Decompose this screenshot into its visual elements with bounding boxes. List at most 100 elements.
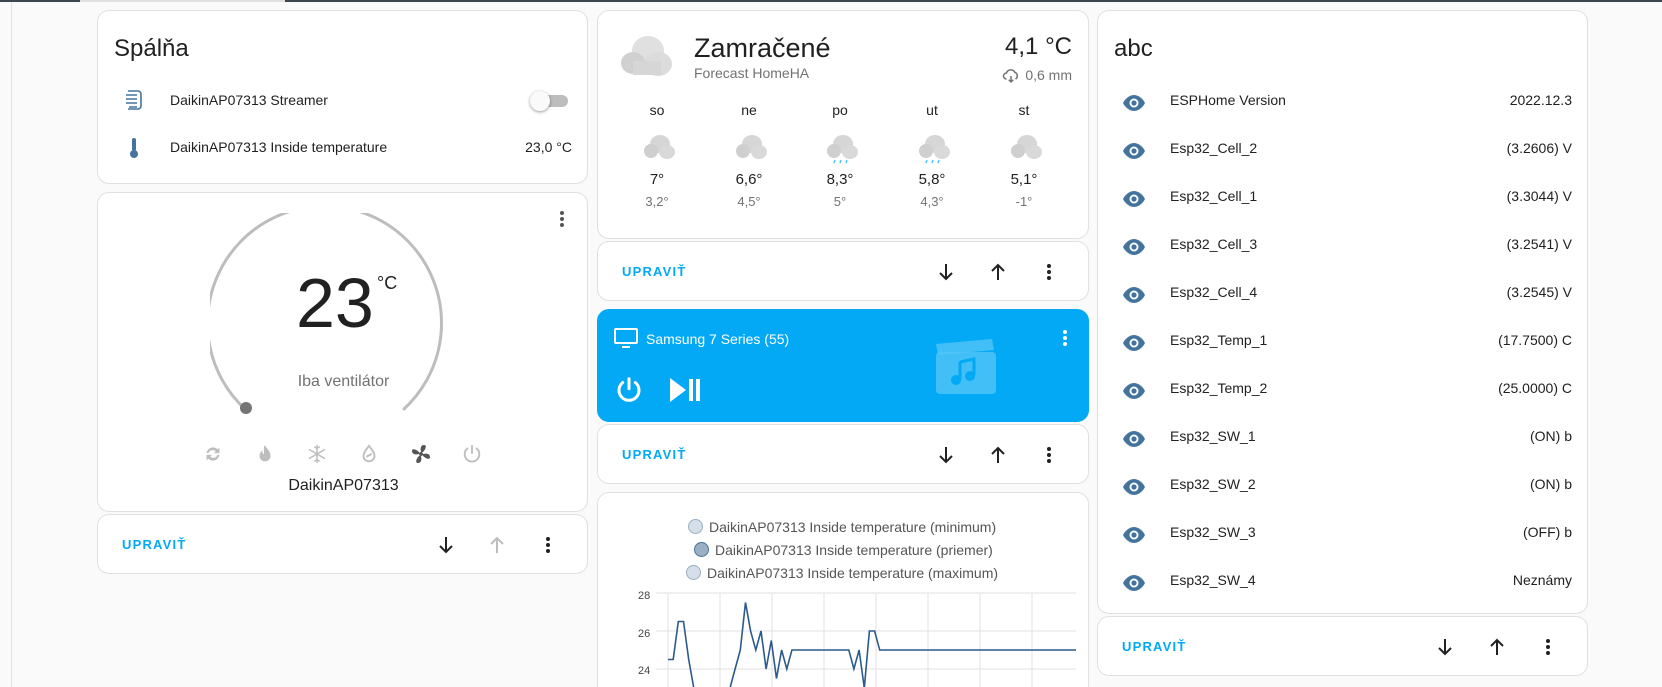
legend-item[interactable]: DaikinAP07313 Inside temperature (maximu… xyxy=(686,565,998,581)
move-up-icon[interactable] xyxy=(986,260,1010,284)
forecast-day-label: so xyxy=(649,102,665,118)
thermostat-edit-bar: UPRAVIŤ xyxy=(97,514,588,574)
edit-button[interactable]: UPRAVIŤ xyxy=(622,264,687,279)
more-options-icon[interactable] xyxy=(1037,260,1061,284)
entity-value: (ON) b xyxy=(1530,428,1572,444)
entity-value: Neznámy xyxy=(1512,572,1572,588)
media-edit-bar: UPRAVIŤ xyxy=(597,424,1089,484)
entity-name: Esp32_Temp_2 xyxy=(1170,380,1268,396)
entity-value: (3.3044) V xyxy=(1506,188,1572,204)
forecast-high: 8,3° xyxy=(826,171,854,188)
fan-only-mode-icon[interactable] xyxy=(409,442,433,466)
cool-mode-icon[interactable] xyxy=(306,443,328,465)
more-options-icon[interactable] xyxy=(1037,443,1061,467)
legend-swatch xyxy=(694,542,709,557)
eye-icon xyxy=(1122,427,1146,456)
entity-row[interactable]: Esp32_SW_2 (ON) b xyxy=(1098,476,1587,500)
entity-row[interactable]: Esp32_Cell_1 (3.3044) V xyxy=(1098,188,1587,212)
forecast-day-label: po xyxy=(832,102,848,118)
weather-condition: Zamračené xyxy=(694,33,831,63)
power-icon[interactable] xyxy=(614,375,644,405)
entity-value: (3.2541) V xyxy=(1506,236,1572,252)
entity-name: Esp32_Cell_2 xyxy=(1170,140,1258,156)
abc-edit-bar: UPRAVIŤ xyxy=(1097,616,1588,676)
eye-icon xyxy=(1122,331,1146,360)
legend-swatch xyxy=(686,565,701,580)
entity-row[interactable]: Esp32_Cell_4 (3.2545) V xyxy=(1098,284,1587,308)
forecast-high: 5,8° xyxy=(918,171,946,188)
cloudy-icon xyxy=(1011,135,1042,159)
card-title: Spálňa xyxy=(114,35,189,62)
entity-name: Esp32_Cell_3 xyxy=(1170,236,1258,252)
television-icon xyxy=(614,328,638,348)
thermometer-icon xyxy=(130,138,138,158)
forecast-high: 6,6° xyxy=(735,171,763,188)
entity-value: (3.2545) V xyxy=(1506,284,1572,300)
eye-icon xyxy=(1122,523,1146,552)
legend-label: DaikinAP07313 Inside temperature (minimu… xyxy=(709,519,997,535)
temperature-unit: °C xyxy=(377,273,398,293)
move-up-icon[interactable] xyxy=(1485,635,1509,659)
eye-icon xyxy=(1122,571,1146,600)
entity-row[interactable]: Esp32_SW_3 (OFF) b xyxy=(1098,524,1587,548)
abc-entities-card: abc ESPHome Version 2022.12.3 Esp32_Cell_2… xyxy=(1097,10,1588,614)
forecast-low: 4,3° xyxy=(920,194,944,209)
entity-name: Esp32_SW_2 xyxy=(1170,476,1256,492)
entity-name: Esp32_Cell_1 xyxy=(1170,188,1258,204)
weather-card[interactable]: Zamračené Forecast HomeHA 4,1 °C 0,6 mm … xyxy=(597,10,1089,239)
entity-row[interactable]: Esp32_Cell_3 (3.2541) V xyxy=(1098,236,1587,260)
entity-row[interactable]: Esp32_SW_4 Neznámy xyxy=(1098,572,1587,596)
media-player-card: Samsung 7 Series (55) xyxy=(597,309,1089,422)
move-down-icon[interactable] xyxy=(434,533,458,557)
eye-icon xyxy=(1122,475,1146,504)
entity-row[interactable]: ESPHome Version 2022.12.3 xyxy=(1098,92,1587,116)
heat-mode-icon[interactable] xyxy=(254,443,276,465)
statistics-graph-card: DaikinAP07313 Inside temperature (minimu… xyxy=(597,492,1089,687)
air-purifier-icon xyxy=(126,90,142,110)
legend-swatch xyxy=(688,519,703,534)
legend-item[interactable]: DaikinAP07313 Inside temperature (minimu… xyxy=(688,519,996,535)
entity-row[interactable]: Esp32_SW_1 (ON) b xyxy=(1098,428,1587,452)
bedroom-entities-card: Spálňa DaikinAP07313 Streamer DaikinAP07… xyxy=(97,10,588,184)
more-options-icon[interactable] xyxy=(553,207,571,231)
move-down-icon[interactable] xyxy=(934,443,958,467)
forecast-day-label: ut xyxy=(926,102,938,118)
entity-name: Esp32_Cell_4 xyxy=(1170,284,1258,300)
precipitation-value: 0,6 mm xyxy=(1025,67,1072,83)
edit-button[interactable]: UPRAVIŤ xyxy=(622,447,687,462)
entity-value: (OFF) b xyxy=(1523,524,1572,540)
entity-row[interactable]: Esp32_Temp_1 (17.7500) C xyxy=(1098,332,1587,356)
thermostat-card: 23 °C Iba ventilátor DaikinAP07313 xyxy=(97,192,588,512)
entity-name-streamer: DaikinAP07313 Streamer xyxy=(170,92,328,108)
forecast-high: 5,1° xyxy=(1010,171,1038,188)
series-line-average[interactable] xyxy=(668,602,1076,687)
heat-cool-mode-icon[interactable] xyxy=(202,443,224,465)
entity-value: (17.7500) C xyxy=(1498,332,1572,348)
edit-button[interactable]: UPRAVIŤ xyxy=(1122,639,1187,654)
edit-button[interactable]: UPRAVIŤ xyxy=(122,537,187,552)
y-tick-label: 24 xyxy=(638,665,651,677)
hvac-mode-label: Iba ventilátor xyxy=(297,373,390,390)
more-options-icon[interactable] xyxy=(1536,635,1560,659)
off-mode-icon[interactable] xyxy=(461,443,483,465)
rainy-icon xyxy=(827,135,858,164)
entity-value-inside-temp: 23,0 °C xyxy=(525,139,572,155)
play-pause-icon[interactable] xyxy=(668,375,702,405)
current-temperature: 4,1 °C xyxy=(1005,33,1072,60)
streamer-toggle[interactable] xyxy=(530,91,568,111)
move-down-icon[interactable] xyxy=(934,260,958,284)
dry-mode-icon[interactable] xyxy=(358,443,380,465)
more-options-icon[interactable] xyxy=(536,533,560,557)
entity-row[interactable]: Esp32_Cell_2 (3.2606) V xyxy=(1098,140,1587,164)
y-tick-label: 28 xyxy=(638,590,651,602)
move-down-icon[interactable] xyxy=(1433,635,1457,659)
movie-music-icon xyxy=(936,339,996,394)
entity-name-inside-temp: DaikinAP07313 Inside temperature xyxy=(170,139,388,155)
target-temperature: 23 xyxy=(296,264,374,342)
entity-row[interactable]: Esp32_Temp_2 (25.0000) C xyxy=(1098,380,1587,404)
move-up-icon[interactable] xyxy=(986,443,1010,467)
forecast-low: 4,5° xyxy=(737,194,761,209)
legend-item[interactable]: DaikinAP07313 Inside temperature (prieme… xyxy=(694,542,993,558)
move-up-icon xyxy=(490,536,504,553)
more-options-icon[interactable] xyxy=(1055,326,1075,350)
